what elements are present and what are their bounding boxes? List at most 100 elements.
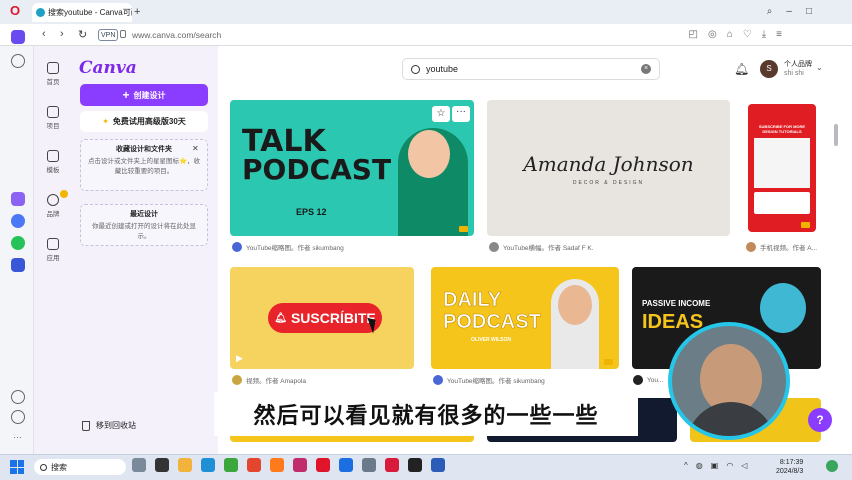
- bell-icon[interactable]: 🔔︎: [734, 62, 749, 76]
- card-title-line1: DAILY: [443, 289, 502, 312]
- template-icon: [47, 150, 59, 162]
- host-photo: [760, 283, 806, 333]
- avatar[interactable]: S: [760, 60, 778, 78]
- search-tabs-icon[interactable]: ⌕: [767, 6, 773, 17]
- menu-icon[interactable]: ≡: [776, 29, 782, 40]
- star-icon[interactable]: [11, 54, 25, 68]
- url-field[interactable]: www.canva.com/search: [132, 30, 221, 40]
- card-eps: EPS 12: [296, 207, 327, 217]
- crown-icon: [801, 222, 810, 228]
- presenter-body: [686, 402, 776, 436]
- result-card-phone-video[interactable]: SUBSCRIBE FOR MORE DESIGN TUTORIALS: [748, 104, 816, 232]
- app-tray-icon[interactable]: ▣: [711, 461, 719, 470]
- clear-search-icon[interactable]: ×: [641, 64, 651, 74]
- task-view-icon[interactable]: [155, 458, 169, 472]
- search-input[interactable]: youtube ×: [402, 58, 660, 80]
- taskbar-clock[interactable]: 8:17:39 2024/8/3: [776, 458, 803, 476]
- card-title-line2: PODCAST: [443, 311, 541, 334]
- chevron-up-icon[interactable]: ^: [684, 461, 688, 470]
- back-button[interactable]: ‹: [42, 28, 46, 40]
- rail-item-home[interactable]: 首页: [34, 62, 72, 86]
- card-caption: 手机视频。作者 A...: [746, 242, 817, 252]
- app-green-icon[interactable]: [224, 458, 238, 472]
- opera-home-icon[interactable]: [11, 30, 25, 44]
- opera-logo-icon[interactable]: O: [8, 4, 22, 18]
- rail-item-projects[interactable]: 项目: [34, 106, 72, 130]
- volume-icon[interactable]: ◁: [741, 461, 747, 470]
- maximize-icon[interactable]: □: [806, 6, 812, 17]
- app-red-icon[interactable]: [385, 458, 399, 472]
- heart-icon[interactable]: ♡: [743, 29, 752, 40]
- edge-icon[interactable]: [201, 458, 215, 472]
- discord-icon[interactable]: [11, 258, 25, 272]
- card-caption: 视频。作者 Amapola: [232, 375, 306, 385]
- card-caption: YouTube横幅。作者 Sadaf F K.: [489, 242, 594, 252]
- vpn-badge[interactable]: VPN: [98, 29, 119, 41]
- free-trial-button[interactable]: ✦ 免费试用高级版30天: [80, 111, 208, 132]
- recent-body: 你最近创建或打开的设计将在此处显示。: [92, 223, 196, 240]
- capcut-icon[interactable]: [408, 458, 422, 472]
- whatsapp-icon[interactable]: [11, 236, 25, 250]
- result-card-talk-podcast[interactable]: TALK PODCAST EPS 12 ☆ ···: [230, 100, 474, 236]
- rail-item-apps[interactable]: 应用: [34, 238, 72, 262]
- folder-icon: [47, 106, 59, 118]
- clock-date: 2024/8/3: [776, 468, 804, 475]
- wifi-icon[interactable]: ◠: [726, 461, 733, 470]
- canva-logo[interactable]: Canva: [79, 58, 137, 78]
- author-avatar: [232, 242, 242, 252]
- aria-icon[interactable]: [11, 192, 25, 206]
- translate-icon[interactable]: ◎: [708, 29, 717, 40]
- download-icon[interactable]: ⤓: [762, 29, 766, 40]
- browser-tab[interactable]: 搜索youtube - Canva可画 ×: [32, 3, 132, 22]
- app-widget-icon[interactable]: [132, 458, 146, 472]
- profile-card: [754, 192, 810, 214]
- chrome-icon[interactable]: [247, 458, 261, 472]
- app-magenta-icon[interactable]: [293, 458, 307, 472]
- notification-icon[interactable]: [826, 460, 838, 472]
- rail-item-templates[interactable]: 模板: [34, 150, 72, 174]
- firefox-icon[interactable]: [270, 458, 284, 472]
- settings-icon[interactable]: [362, 458, 376, 472]
- more-icon[interactable]: ···: [13, 432, 22, 442]
- app-blue-icon[interactable]: [339, 458, 353, 472]
- opera-taskbar-icon[interactable]: [316, 458, 330, 472]
- rail-item-brand[interactable]: 品牌: [34, 194, 72, 218]
- starred-section: 收藏设计和文件夹 点击设计或文件夹上的星星图标⭐，收藏比较重要的项目。: [80, 139, 208, 191]
- help-button[interactable]: ?: [808, 408, 832, 432]
- more-options-icon[interactable]: ···: [452, 106, 470, 122]
- reload-button[interactable]: ↻: [78, 28, 87, 41]
- file-explorer-icon[interactable]: [178, 458, 192, 472]
- taskbar-search[interactable]: 搜索: [34, 459, 126, 475]
- forward-button[interactable]: ›: [60, 28, 64, 40]
- scrollbar[interactable]: [834, 124, 838, 146]
- heart-outline-icon[interactable]: [11, 390, 25, 404]
- trash-button[interactable]: 移到回收站: [82, 420, 136, 431]
- result-card-daily-podcast[interactable]: DAILY PODCAST OLIVER WILSON: [431, 267, 619, 369]
- history-icon[interactable]: [11, 410, 25, 424]
- user-account[interactable]: 个人品牌 shi shi: [784, 60, 812, 78]
- starred-body: 点击设计或文件夹上的星星图标⭐，收藏比较重要的项目。: [87, 158, 201, 175]
- extension-icon[interactable]: ⌂: [727, 29, 733, 40]
- camera-icon[interactable]: ◰: [689, 29, 698, 40]
- result-card-amanda-johnson[interactable]: Amanda Johnson DECOR & DESIGN: [487, 100, 730, 236]
- minimize-icon[interactable]: –: [786, 6, 792, 17]
- close-icon[interactable]: ✕: [192, 144, 199, 153]
- new-tab-button[interactable]: +: [134, 6, 140, 18]
- create-design-button[interactable]: + 创建设计: [80, 84, 208, 106]
- chevron-down-icon[interactable]: ⌄: [816, 63, 823, 72]
- subscribe-text: SUSCRÍBITE: [290, 310, 376, 326]
- author-avatar: [433, 375, 443, 385]
- crown-badge-icon: [60, 190, 68, 198]
- screen: O 搜索youtube - Canva可画 × + ⌕ – □ ‹ › ↻ VP…: [0, 0, 852, 480]
- result-card-subscribe-video[interactable]: 🔔︎ SUSCRÍBITE ▶: [230, 267, 414, 369]
- bell-icon: 🔔︎: [274, 312, 287, 324]
- word-icon[interactable]: [431, 458, 445, 472]
- messenger-icon[interactable]: [11, 214, 25, 228]
- network-icon[interactable]: ◍: [696, 461, 703, 470]
- card-caption: YouTube缩略图。作者 sikumbang: [433, 375, 545, 385]
- lock-icon: [120, 30, 126, 38]
- user-subname: shi shi: [784, 70, 804, 77]
- star-icon[interactable]: ☆: [432, 106, 450, 122]
- caption-text: 手机视频。作者 A...: [760, 245, 818, 252]
- windows-start-icon[interactable]: [10, 460, 24, 474]
